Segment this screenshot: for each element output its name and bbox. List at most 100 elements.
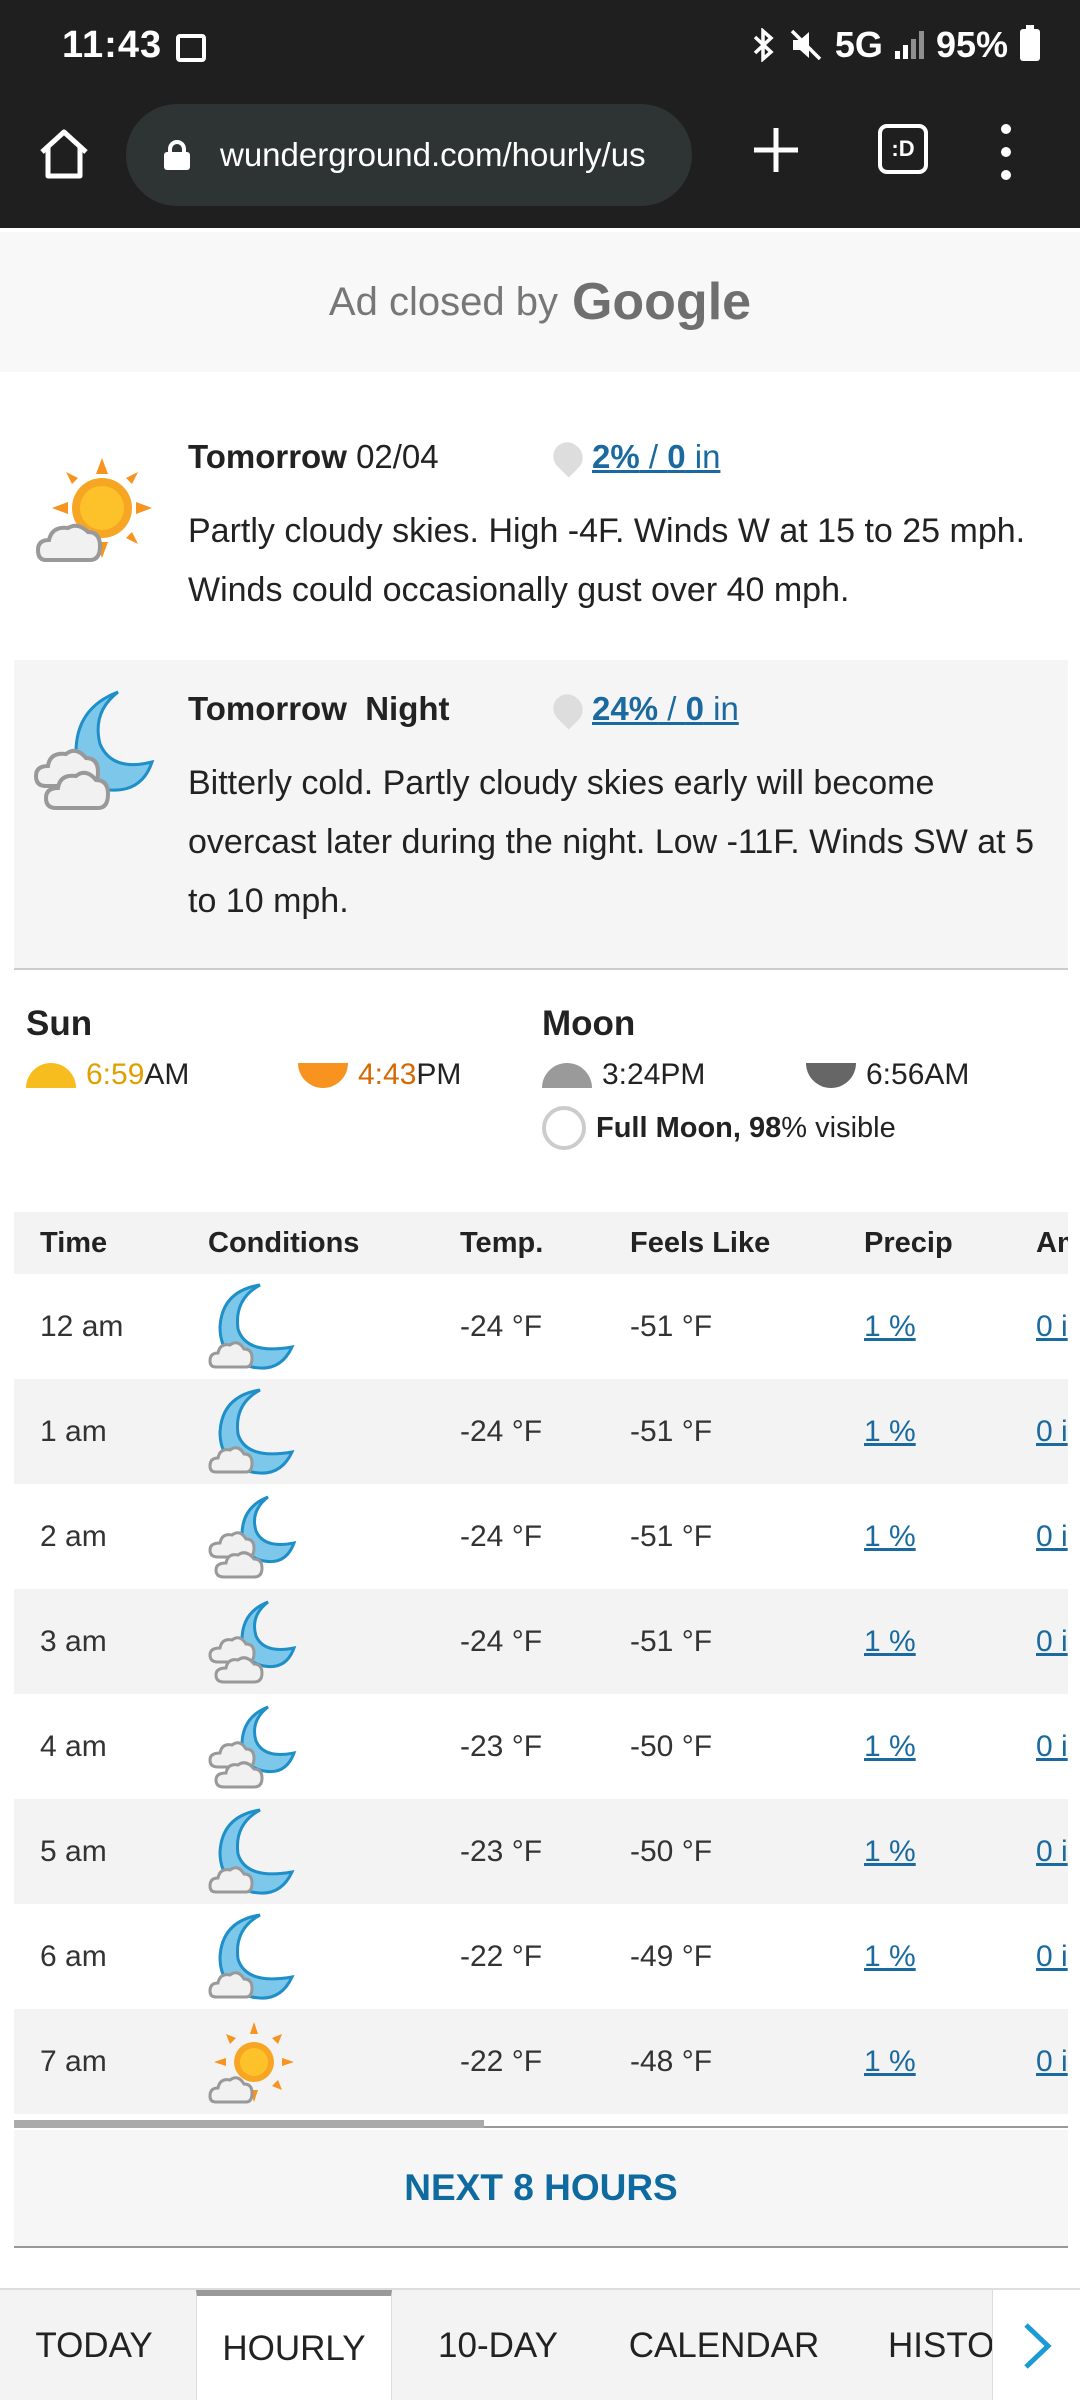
moonset: 6:56AM [806,1058,969,1092]
cell-precip-link[interactable]: 1 % [864,2045,916,2079]
full-moon-icon [542,1106,586,1150]
next-8-hours-button[interactable]: NEXT 8 HOURS [14,2130,1068,2248]
table-row: 6 am -22 °F -49 °F 1 % 0 i [14,1904,1068,2009]
tab-hourly[interactable]: HOURLY [196,2290,392,2400]
address-bar[interactable]: wunderground.com/hourly/us [126,104,692,206]
cell-precip-link[interactable]: 1 % [864,1520,916,1554]
cell-amount-link[interactable]: 0 i [1036,1310,1068,1344]
col-amount: Am [1036,1226,1068,1259]
cell-time: 7 am [40,2044,107,2078]
tab-switcher-button[interactable]: :D [878,124,928,174]
cell-amount: 0 i [1036,1484,1068,1589]
cell-amount: 0 i [1036,1904,1068,2009]
forecast-night-text: Bitterly cold. Partly cloudy skies early… [188,764,1034,920]
forecast-day-precip-link[interactable]: 2% / 0 in [592,438,720,476]
cell-precip-link[interactable]: 1 % [864,1730,916,1764]
cell-time: 2 am [40,1519,107,1553]
cell-time: 5 am [40,1834,107,1868]
bottom-tab-bar: TODAY HOURLY 10-DAY CALENDAR HISTO [0,2288,1080,2400]
cell-amount-link[interactable]: 0 i [1036,1730,1068,1764]
cell-time: 1 am [40,1414,107,1448]
chevron-right-icon [1023,2323,1052,2369]
moon-clouds-icon [208,1600,297,1683]
cell-precip: 1 % [864,1799,916,1904]
tab-history[interactable]: HISTO [852,2290,1002,2400]
cell-amount-link[interactable]: 0 i [1036,1415,1068,1449]
table-row: 4 am -23 °F -50 °F 1 % 0 i [14,1694,1068,1799]
sunrise: 6:59AM [26,1058,189,1092]
cell-amount-link[interactable]: 0 i [1036,1835,1068,1869]
table-row: 7 am -22 °F -48 °F 1 % 0 i [14,2009,1068,2114]
cell-feels-like: -51 °F [630,1414,713,1448]
table-header: Time Conditions Temp. Feels Like Precip … [14,1212,1068,1274]
cell-amount-link[interactable]: 0 i [1036,2045,1068,2079]
cell-amount: 0 i [1036,1589,1068,1694]
col-conditions: Conditions [208,1226,360,1259]
moon-clouds-icon [208,1705,297,1788]
cell-feels-like: -50 °F [630,1729,713,1763]
cell-precip-link[interactable]: 1 % [864,1310,916,1344]
gallery-icon [176,34,206,62]
cell-time: 4 am [40,1729,107,1763]
tab-calendar[interactable]: CALENDAR [596,2290,852,2400]
google-logo: Google [571,273,752,331]
cell-amount-link[interactable]: 0 i [1036,1625,1068,1659]
cell-precip-link[interactable]: 1 % [864,1940,916,1974]
tab-switcher-label: :D [891,136,915,161]
cell-feels-like: -51 °F [630,1624,713,1658]
sunset-icon [298,1062,348,1088]
sunset-suffix: PM [416,1058,462,1091]
moon-phase-rest: % visible [781,1111,896,1144]
sunrise-suffix: AM [144,1058,190,1091]
moon-heading: Moon [542,1004,636,1043]
partly-cloudy-day-icon [35,458,152,562]
battery-label: 95% [935,24,1008,65]
cell-precip-link[interactable]: 1 % [864,1415,916,1449]
tab-today[interactable]: TODAY [0,2290,188,2400]
tab-10-day[interactable]: 10-DAY [400,2290,596,2400]
raindrop-icon [547,688,589,730]
forecast-day-title: Tomorrow 02/04 [188,438,439,476]
forecast-day-label: Tomorrow [188,438,347,475]
cell-precip-link[interactable]: 1 % [864,1835,916,1869]
cell-temp: -24 °F [460,1519,543,1553]
overflow-menu-icon[interactable] [998,124,1014,180]
cell-conditions [208,1799,300,1904]
tabs-scroll-right-button[interactable] [992,2290,1080,2400]
sunrise-icon [26,1062,76,1088]
cell-precip: 1 % [864,1589,916,1694]
table-scrollbar[interactable] [14,2120,1068,2128]
moon-cloud-icon [208,1913,295,1999]
cell-temp: -24 °F [460,1309,543,1343]
cell-precip: 1 % [864,1904,916,2009]
next-8-hours-label: NEXT 8 HOURS [404,2167,678,2208]
sunset-time: 4:43 [358,1058,417,1091]
forecast-night-precip-link[interactable]: 24% / 0 in [592,690,739,728]
cell-precip: 1 % [864,1379,916,1484]
cell-temp: -23 °F [460,1834,543,1868]
cell-feels-like: -51 °F [630,1519,713,1553]
cell-amount-link[interactable]: 0 i [1036,1940,1068,1974]
cell-precip-link[interactable]: 1 % [864,1625,916,1659]
cell-time: 3 am [40,1624,107,1658]
new-tab-icon[interactable] [748,122,804,178]
table-scrollbar-thumb[interactable] [14,2120,484,2128]
moonset-icon [806,1062,856,1088]
cell-amount: 0 i [1036,1274,1068,1379]
cell-amount-link[interactable]: 0 i [1036,1520,1068,1554]
cell-precip: 1 % [864,2009,916,2114]
cell-precip: 1 % [864,1484,916,1589]
forecast-night-label: Tomorrow Night [188,690,450,727]
table-row: 1 am -24 °F -51 °F 1 % 0 i [14,1379,1068,1484]
ad-closed-banner: Ad closed by Google [0,232,1080,372]
status-indicators: 5G 95% [751,24,1040,66]
cell-conditions [208,1589,300,1694]
col-precip: Precip [864,1226,953,1259]
status-time: 11:43 [62,24,163,66]
cell-amount: 0 i [1036,1799,1068,1904]
forecast-night-title: Tomorrow Night [188,690,450,728]
cell-feels-like: -48 °F [630,2044,713,2078]
moon-phase-name: Full Moon, [596,1111,741,1144]
home-icon[interactable] [36,126,92,182]
forecast-day-date: 02/04 [356,438,439,475]
